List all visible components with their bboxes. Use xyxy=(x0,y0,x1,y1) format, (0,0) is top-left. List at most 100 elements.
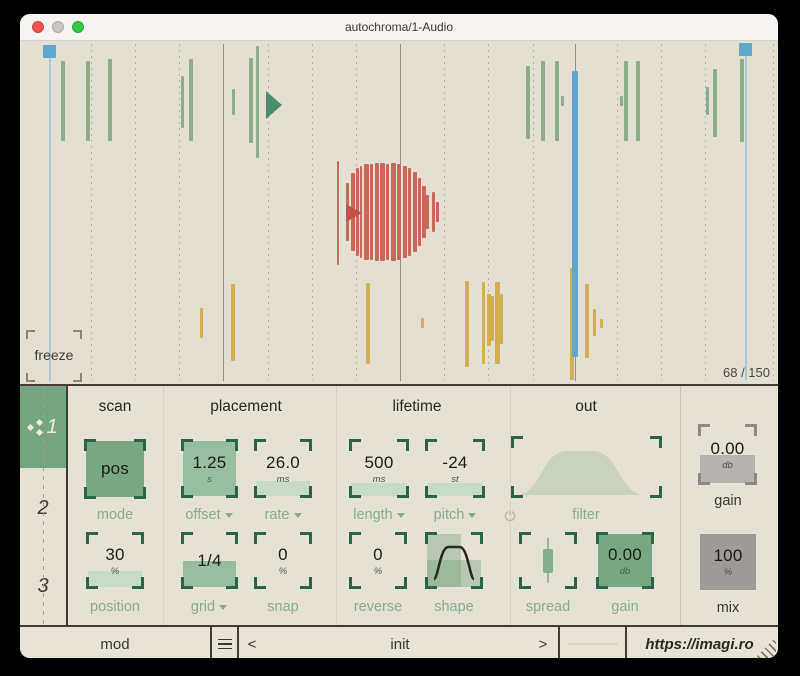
bracket-icon xyxy=(26,373,35,382)
master-gain-label: gain xyxy=(714,493,742,509)
spread-thumb[interactable] xyxy=(543,548,553,573)
length-control[interactable]: 500 ms xyxy=(349,439,409,498)
master-gain-control[interactable]: 0.00 db xyxy=(698,424,757,485)
grain-bar xyxy=(418,178,421,246)
grain-bar xyxy=(432,192,435,232)
grid-label[interactable]: grid xyxy=(167,598,251,616)
grain-bar xyxy=(337,161,339,265)
dropdown-arrow-icon xyxy=(396,512,405,518)
preset-name[interactable]: init xyxy=(262,627,538,658)
grain-bar xyxy=(397,164,401,260)
dropdown-arrow-icon xyxy=(224,512,233,518)
section-divider xyxy=(163,386,164,625)
mode-control[interactable]: pos xyxy=(84,439,146,499)
reverse-value: 0 xyxy=(373,544,383,564)
grain-bar xyxy=(375,163,379,261)
offset-label[interactable]: offset xyxy=(167,506,251,524)
offset-control[interactable]: 1.25 s xyxy=(181,439,238,498)
pitch-control[interactable]: -24 st xyxy=(425,439,485,498)
reverse-unit: % xyxy=(373,565,383,577)
meter-line xyxy=(568,643,618,645)
divider xyxy=(237,627,239,658)
bottom-bar: mod < init > https://imagi.ro xyxy=(20,625,778,658)
grain-bar xyxy=(713,69,717,137)
reverse-label: reverse xyxy=(353,599,403,615)
section-title-placement: placement xyxy=(210,398,282,415)
snap-label: snap xyxy=(267,599,299,615)
snap-unit: % xyxy=(278,565,288,577)
grid-line-dashed xyxy=(533,44,534,381)
snap-value: 0 xyxy=(278,544,288,564)
minimize-button[interactable] xyxy=(52,21,64,33)
length-unit: ms xyxy=(372,473,386,485)
grain-bar xyxy=(585,284,589,358)
grain-bar xyxy=(593,309,596,336)
grain-display[interactable]: freeze 68 / 150 xyxy=(20,41,778,384)
grain-bar xyxy=(200,308,203,338)
grains-icon xyxy=(27,418,44,437)
plugin-window: autochroma/1-Audio freeze 68 / 150 1 2 xyxy=(20,14,778,658)
grain-bar xyxy=(482,282,485,364)
grain-bar xyxy=(706,87,709,115)
brand-link[interactable]: https://imagi.ro xyxy=(627,627,772,658)
freeze-button[interactable]: freeze xyxy=(26,330,82,382)
region-marker-handle[interactable] xyxy=(43,45,56,58)
pitch-label[interactable]: pitch xyxy=(413,506,497,524)
grain-bar xyxy=(636,61,640,141)
section-divider xyxy=(510,386,511,625)
grain-bar xyxy=(421,318,424,328)
rate-label[interactable]: rate xyxy=(241,506,325,524)
grain-bar xyxy=(108,59,112,141)
offset-value: 1.25 xyxy=(192,452,227,472)
grain-bar xyxy=(232,89,235,115)
out-gain-control[interactable]: 0.00 db xyxy=(596,532,654,589)
grid-line-dashed xyxy=(179,44,180,381)
grid-line-dashed xyxy=(444,44,445,381)
tab-1-label: 1 xyxy=(46,415,58,438)
spread-label: spread xyxy=(525,599,571,615)
close-button[interactable] xyxy=(32,21,44,33)
hamburger-icon xyxy=(217,638,232,650)
grain-bar xyxy=(561,96,564,106)
rate-control[interactable]: 26.0 ms xyxy=(254,439,312,498)
bracket-icon xyxy=(26,330,35,339)
grain-bar xyxy=(491,296,494,341)
mix-control[interactable]: 100% xyxy=(700,534,756,590)
zoom-button[interactable] xyxy=(72,21,84,33)
pitch-unit: st xyxy=(451,473,459,485)
grain-bar xyxy=(370,164,373,260)
position-control[interactable]: 30% xyxy=(86,532,144,589)
filter-power-icon[interactable] xyxy=(504,509,516,527)
section-title-lifetime: lifetime xyxy=(392,398,442,415)
filter-label: filter xyxy=(572,507,600,523)
grid-line-dashed xyxy=(773,44,774,381)
grid-line-dashed xyxy=(91,44,92,381)
master-gain-unit: db xyxy=(722,459,733,471)
section-title-scan: scan xyxy=(98,398,132,415)
length-label[interactable]: length xyxy=(337,506,421,524)
out-gain-unit: db xyxy=(619,565,631,577)
grain-bar xyxy=(600,319,603,328)
shape-control[interactable] xyxy=(425,532,483,589)
grain-bar xyxy=(465,281,469,367)
grid-control[interactable]: 1/4 xyxy=(181,532,238,589)
preset-next-button[interactable]: > xyxy=(532,627,554,658)
snap-control[interactable]: 0% xyxy=(254,532,312,589)
grain-bar xyxy=(61,61,65,141)
reverse-control[interactable]: 0% xyxy=(349,532,407,589)
grain-bar xyxy=(249,58,253,143)
spread-control[interactable] xyxy=(519,532,577,589)
mode-value: pos xyxy=(100,459,129,478)
grain-bar xyxy=(436,202,439,222)
position-unit: % xyxy=(110,565,120,577)
grain-bar xyxy=(500,294,503,344)
grain-bar xyxy=(86,61,90,141)
grain-bar xyxy=(740,59,744,142)
filter-control[interactable] xyxy=(511,436,662,498)
window-title: autochroma/1-Audio xyxy=(344,20,454,34)
preset-prev-button[interactable]: < xyxy=(242,627,262,658)
region-marker-handle[interactable] xyxy=(739,43,752,56)
mod-button[interactable]: mod xyxy=(20,627,210,658)
menu-button[interactable] xyxy=(212,627,237,658)
mix-value: 100 xyxy=(713,546,743,565)
